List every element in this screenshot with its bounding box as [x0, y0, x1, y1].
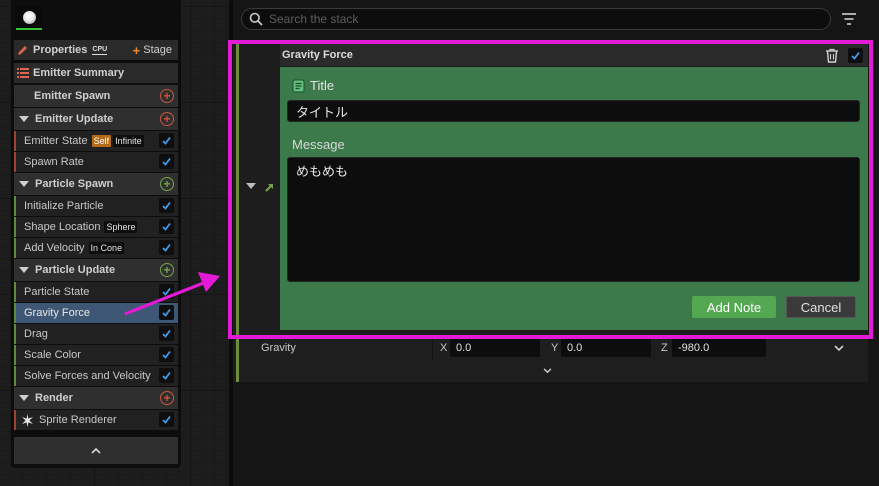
y-axis-label: Y [551, 342, 559, 354]
filter-icon[interactable] [840, 11, 858, 27]
collapse-arrow-icon[interactable] [19, 181, 29, 187]
section-title: Render [35, 392, 73, 404]
module-solve-forces[interactable]: Solve Forces and Velocity [14, 366, 178, 386]
module-label: Gravity Force [24, 307, 91, 319]
module-scale-color[interactable]: Scale Color [14, 345, 178, 365]
checkmark-icon [162, 371, 171, 380]
module-shape-location[interactable]: Shape Location Sphere [14, 217, 178, 237]
module-label: Particle State [24, 286, 90, 298]
search-box[interactable] [241, 8, 831, 30]
enable-checkbox[interactable] [159, 326, 174, 341]
gravity-z-field[interactable]: -980.0 [672, 339, 766, 357]
tag-infinite: Infinite [113, 135, 144, 147]
sprite-icon [22, 413, 33, 427]
collapse-emitter-button[interactable] [14, 437, 178, 464]
module-label: Initialize Particle [24, 200, 104, 212]
expand-more-icon[interactable] [543, 368, 552, 374]
collapse-arrow-icon[interactable] [19, 395, 29, 401]
list-icon [17, 68, 29, 78]
enable-checkbox[interactable] [159, 240, 174, 255]
module-label: Spawn Rate [24, 156, 84, 168]
module-label: Scale Color [24, 349, 81, 361]
checkmark-icon [162, 243, 171, 252]
search-input[interactable] [269, 12, 809, 26]
z-axis-label: Z [661, 342, 668, 354]
tag-self: Self [91, 135, 112, 147]
section-title: Particle Update [35, 264, 116, 276]
collapse-arrow-icon[interactable] [19, 116, 29, 122]
chevron-down-icon[interactable] [834, 345, 844, 352]
module-drag[interactable]: Drag [14, 324, 178, 344]
add-stage-button[interactable]: + Stage [133, 43, 172, 58]
highlight-frame [228, 40, 873, 339]
add-module-icon[interactable]: + [160, 391, 174, 405]
module-spawn-rate[interactable]: Spawn Rate [14, 152, 178, 172]
add-module-icon[interactable]: + [160, 89, 174, 103]
enable-checkbox[interactable] [159, 198, 174, 213]
section-title: Emitter Update [35, 113, 114, 125]
module-sprite-renderer[interactable]: Sprite Renderer [14, 410, 178, 430]
gravity-label: Gravity [261, 342, 296, 354]
plus-icon: + [132, 42, 141, 58]
enable-checkbox[interactable] [159, 219, 174, 234]
chevron-up-icon [91, 447, 101, 454]
annotation-arrow-icon [124, 272, 220, 316]
emitter-summary-row[interactable]: Emitter Summary [14, 63, 178, 83]
collapse-arrow-icon[interactable] [19, 267, 29, 273]
section-particle-spawn[interactable]: Particle Spawn + [14, 173, 178, 195]
show-more-row[interactable] [236, 361, 868, 381]
section-emitter-spawn[interactable]: Emitter Spawn + [14, 85, 178, 107]
module-emitter-state[interactable]: Emitter State Self Infinite [14, 131, 178, 151]
enable-checkbox[interactable] [159, 154, 174, 169]
search-icon [249, 12, 263, 26]
gravity-y-field[interactable]: 0.0 [561, 339, 651, 357]
checkmark-icon [162, 222, 171, 231]
checkmark-icon [162, 201, 171, 210]
particle-preview-icon [22, 10, 36, 24]
enable-checkbox[interactable] [159, 412, 174, 427]
enable-checkbox[interactable] [159, 347, 174, 362]
gravity-x-field[interactable]: 0.0 [450, 339, 540, 357]
emitter-thumbnail[interactable] [16, 6, 42, 30]
checkmark-icon [162, 415, 171, 424]
module-label: Sprite Renderer [39, 414, 117, 426]
tag-in-cone: In Cone [88, 242, 125, 254]
module-initialize-particle[interactable]: Initialize Particle [14, 196, 178, 216]
add-module-icon[interactable]: + [160, 112, 174, 126]
module-add-velocity[interactable]: Add Velocity In Cone [14, 238, 178, 258]
enable-checkbox[interactable] [159, 133, 174, 148]
section-render[interactable]: Render + [14, 387, 178, 409]
section-title: Emitter Spawn [34, 90, 111, 102]
stage-label: Stage [143, 44, 172, 56]
cpu-badge: CPU [92, 45, 108, 55]
section-emitter-update[interactable]: Emitter Update + [14, 108, 178, 130]
pencil-icon [18, 46, 27, 55]
checkmark-icon [162, 350, 171, 359]
module-label: Add Velocity [24, 242, 85, 254]
checkmark-icon [162, 329, 171, 338]
tag-sphere: Sphere [104, 221, 138, 233]
checkmark-icon [162, 136, 171, 145]
checkmark-icon [162, 157, 171, 166]
enable-checkbox[interactable] [159, 368, 174, 383]
properties-row[interactable]: Properties CPU + Stage [14, 40, 178, 60]
emitter-summary-label: Emitter Summary [33, 67, 125, 79]
x-axis-label: X [440, 342, 448, 354]
row-divider[interactable] [432, 338, 433, 360]
module-label: Solve Forces and Velocity [24, 370, 151, 382]
properties-label: Properties [33, 44, 88, 56]
add-module-icon[interactable]: + [160, 177, 174, 191]
module-label: Shape Location [24, 221, 101, 233]
section-title: Particle Spawn [35, 178, 114, 190]
module-label: Drag [24, 328, 48, 340]
module-label: Emitter State [24, 135, 88, 147]
